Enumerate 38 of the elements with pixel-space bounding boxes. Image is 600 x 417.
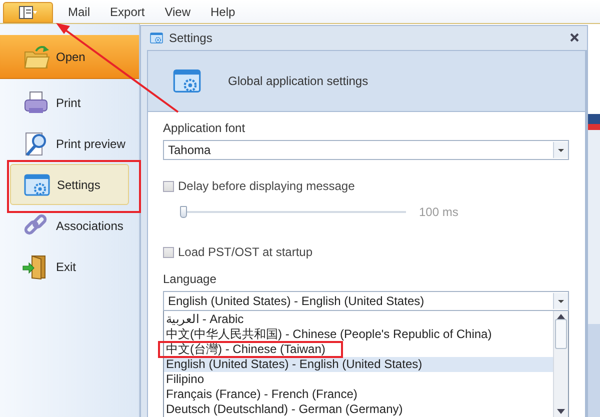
app-menu-button[interactable]	[3, 2, 53, 23]
language-option[interactable]: 中文(中华人民共和国) - Chinese (People's Republic of China)	[164, 327, 553, 342]
sidebar-item[interactable]: Print	[0, 82, 139, 123]
caret-icon	[558, 148, 564, 152]
language-dropdown[interactable]: English (United States) - English (United States)	[163, 291, 569, 311]
menu-item[interactable]: View	[164, 0, 190, 23]
font-dropdown[interactable]: Tahoma	[163, 140, 569, 160]
slider-reading: 100 ms	[419, 205, 458, 219]
checkbox-label: Load PST/OST at startup	[178, 245, 313, 259]
checkbox[interactable]	[163, 246, 174, 258]
sidebar-item[interactable]: Open	[0, 35, 139, 79]
window-gear-icon	[149, 31, 164, 45]
checkbox-label: Delay before displaying message	[178, 179, 355, 193]
field-label: Application font	[163, 121, 246, 135]
scrollbar[interactable]	[553, 311, 568, 417]
language-option[interactable]: English (United States) - English (United States)	[164, 357, 553, 372]
language-option[interactable]: Deutsch (Deutschland) - German (Germany)	[164, 402, 553, 417]
field-label: Language	[163, 272, 218, 286]
checkbox[interactable]	[163, 180, 174, 192]
dialog-title: Settings	[169, 31, 212, 45]
caret-icon	[558, 300, 564, 302]
banner-text: Global application settings	[228, 74, 368, 88]
menu-item[interactable]: Help	[210, 0, 236, 23]
sidebar-item[interactable]: Settings	[10, 164, 129, 205]
menu-item[interactable]: Export	[110, 0, 145, 23]
slider-thumb[interactable]	[180, 206, 187, 218]
language-option[interactable]: العربية - Arabic	[164, 312, 553, 327]
sidebar-item[interactable]: Associations	[0, 205, 139, 246]
scroll-thumb[interactable]	[555, 319, 567, 349]
layout-icon	[19, 6, 37, 19]
language-option[interactable]: Filipino	[164, 372, 553, 387]
menu-item[interactable]: Mail	[68, 0, 90, 23]
sidebar-item[interactable]: Exit	[0, 246, 139, 287]
language-option[interactable]: Français (France) - French (France)	[164, 387, 553, 402]
language-option[interactable]: 中文(台灣) - Chinese (Taiwan)	[164, 342, 553, 357]
close-icon[interactable]	[570, 33, 579, 42]
scroll-down-icon	[557, 409, 565, 414]
sidebar-item[interactable]: Print preview	[0, 123, 139, 164]
